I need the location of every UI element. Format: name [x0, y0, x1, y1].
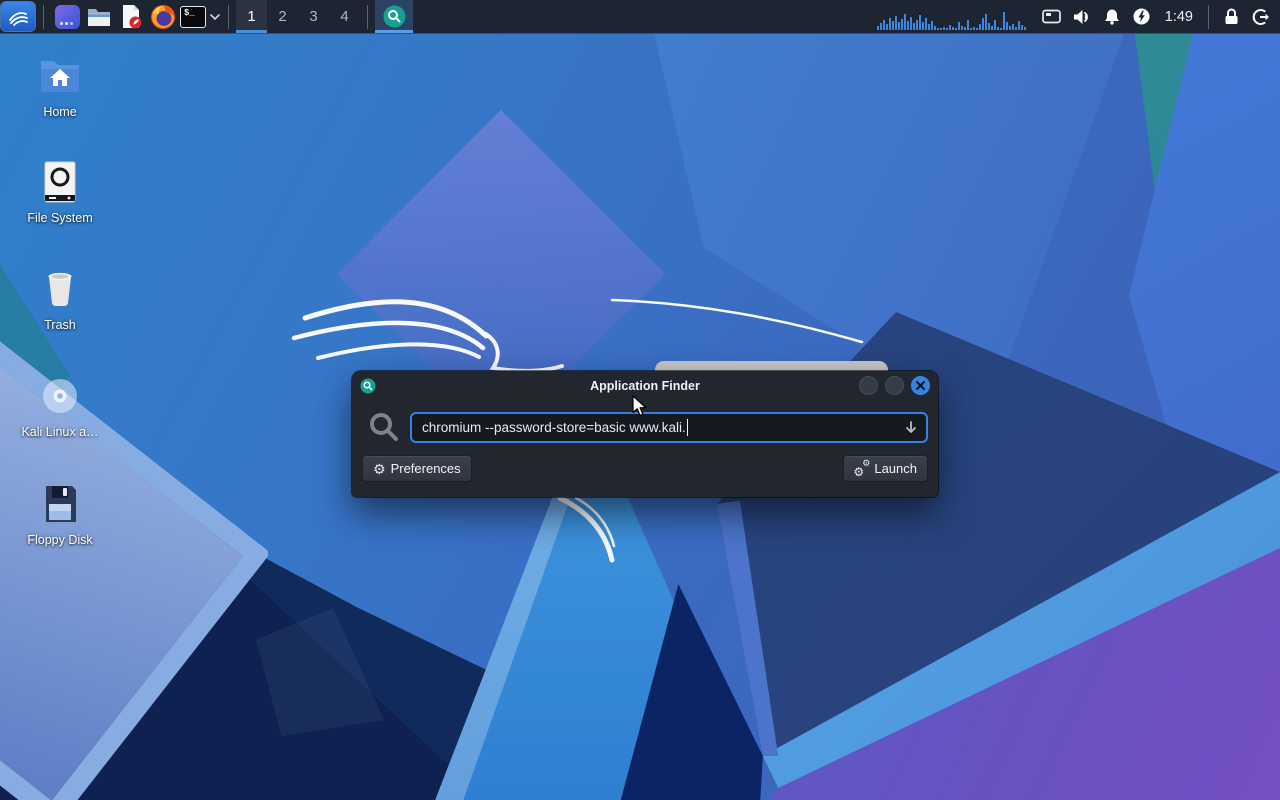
text-editor-icon — [119, 4, 143, 30]
preferences-button[interactable]: ⚙ Preferences — [362, 455, 472, 482]
text-caret — [687, 419, 689, 436]
applications-menu-button[interactable] — [1, 2, 35, 31]
preferences-button-label: Preferences — [391, 461, 461, 476]
power-manager-icon[interactable] — [1127, 0, 1157, 33]
desktop-icon-label: Home — [43, 106, 76, 120]
search-input-value: chromium --password-store=basic www.kali… — [422, 420, 686, 435]
lock-screen-icon[interactable] — [1216, 0, 1246, 33]
panel-separator — [1208, 5, 1209, 29]
desktop-icon-kali-linux[interactable]: Kali Linux a… — [12, 372, 108, 441]
desktop-icon-trash[interactable]: Trash — [12, 265, 108, 334]
dropdown-arrow-icon[interactable] — [904, 420, 918, 434]
panel-separator — [367, 5, 368, 29]
home-folder-icon — [36, 52, 84, 100]
desktop-icon-label: Kali Linux a… — [21, 426, 98, 440]
launcher-terminal[interactable]: $_ — [179, 0, 207, 33]
desktop-icon-floppy-disk[interactable]: Floppy Disk — [12, 480, 108, 549]
desktop-icon-file-system[interactable]: File System — [12, 158, 108, 227]
desktop-icon-label: Trash — [44, 319, 76, 333]
cd-disc-icon — [36, 372, 84, 420]
top-panel: $_ 1 2 3 4 — [0, 0, 1280, 34]
maximize-button[interactable] — [885, 376, 904, 395]
clock[interactable]: 1:49 — [1157, 9, 1201, 25]
system-load-graph[interactable] — [877, 4, 1027, 30]
panel-separator — [228, 5, 229, 29]
file-manager-icon — [86, 5, 112, 29]
chevron-down-icon[interactable] — [209, 13, 221, 21]
terminal-icon: $_ — [180, 6, 206, 28]
logout-icon[interactable] — [1246, 0, 1276, 33]
launcher-text-editor[interactable] — [115, 0, 147, 33]
workspace-3[interactable]: 3 — [298, 0, 329, 33]
search-input[interactable]: chromium --password-store=basic www.kali… — [410, 412, 928, 443]
titlebar[interactable]: Application Finder — [352, 371, 938, 400]
minimize-button[interactable] — [859, 376, 878, 395]
application-finder-task-icon — [383, 5, 406, 28]
search-icon — [368, 411, 400, 443]
workspace-1[interactable]: 1 — [236, 0, 267, 33]
trash-bin-icon — [36, 265, 84, 313]
launcher-window-app[interactable] — [51, 0, 83, 33]
firefox-icon — [150, 4, 176, 30]
touchpad-indicator-icon[interactable] — [1037, 0, 1067, 33]
volume-icon[interactable] — [1067, 0, 1097, 33]
panel-separator — [43, 5, 44, 29]
launch-gears-icon: ⚙⚙ — [854, 461, 869, 476]
kali-dragon-icon — [6, 6, 30, 28]
desktop-icon-label: File System — [27, 212, 92, 226]
close-icon — [916, 381, 925, 390]
gear-icon: ⚙ — [373, 462, 386, 476]
workspace-2[interactable]: 2 — [267, 0, 298, 33]
desktop-icon-home[interactable]: Home — [12, 52, 108, 121]
launch-button[interactable]: ⚙⚙ Launch — [843, 455, 928, 482]
window-title: Application Finder — [352, 379, 938, 393]
launch-button-label: Launch — [874, 461, 917, 476]
window-app-icon — [55, 5, 80, 29]
floppy-disk-icon — [36, 480, 84, 528]
file-system-drive-icon — [36, 158, 84, 206]
notifications-bell-icon[interactable] — [1097, 0, 1127, 33]
application-finder-window: Application Finder chromium --password-s… — [352, 371, 938, 497]
taskbar-application-finder[interactable] — [375, 0, 413, 33]
launcher-file-manager[interactable] — [83, 0, 115, 33]
launcher-firefox[interactable] — [147, 0, 179, 33]
workspace-4[interactable]: 4 — [329, 0, 360, 33]
close-button[interactable] — [911, 376, 930, 395]
desktop-icon-label: Floppy Disk — [27, 534, 92, 548]
